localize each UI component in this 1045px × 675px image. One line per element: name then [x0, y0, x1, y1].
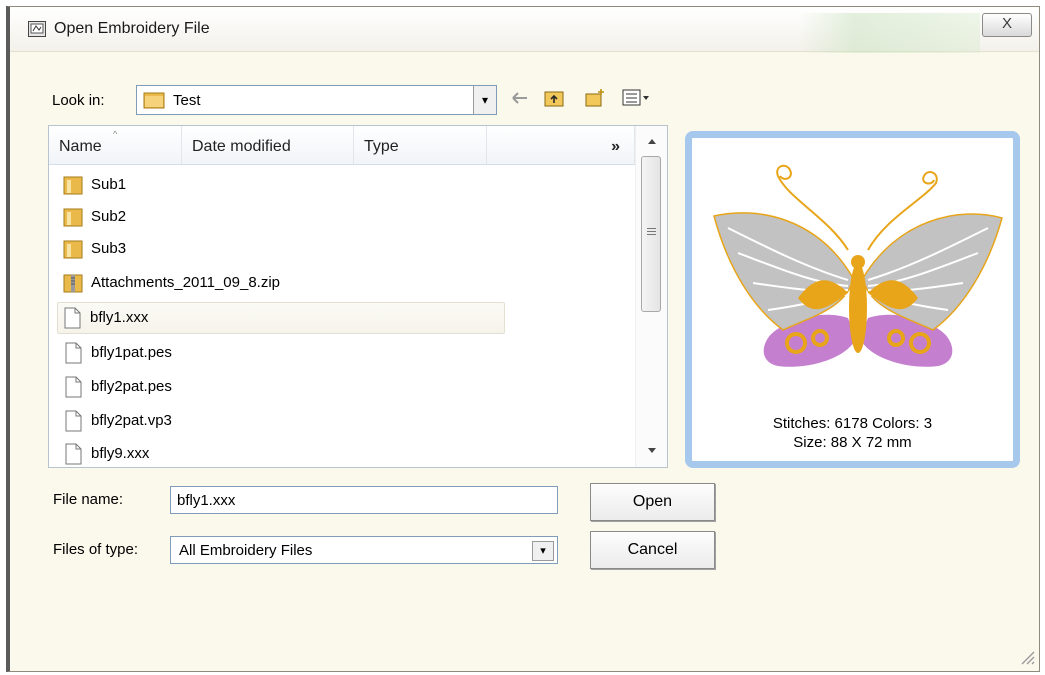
file-icon — [65, 342, 82, 364]
item-name: bfly1pat.pes — [91, 344, 172, 361]
folder-icon — [143, 92, 165, 109]
list-item[interactable]: Attachments_2011_09_8.zip — [59, 268, 459, 298]
close-icon: X — [1001, 15, 1012, 32]
item-name: bfly1.xxx — [90, 309, 149, 326]
zip-folder-icon — [63, 274, 83, 293]
design-preview: Stitches: 6178 Colors: 3 Size: 88 X 72 m… — [685, 131, 1020, 468]
title-bar[interactable]: Open Embroidery File X — [10, 7, 1039, 53]
chevron-down-icon[interactable]: ▾ — [473, 86, 496, 114]
background-window-fragment — [800, 13, 980, 53]
file-icon — [65, 376, 82, 398]
file-type-value: All Embroidery Files — [179, 542, 313, 559]
vertical-scrollbar[interactable] — [635, 126, 667, 467]
dialog-title: Open Embroidery File — [54, 20, 210, 37]
scroll-down-icon[interactable] — [646, 446, 658, 456]
column-header-type[interactable]: Type — [354, 126, 487, 164]
column-header-date[interactable]: Date modified — [182, 126, 354, 164]
file-icon — [64, 307, 81, 329]
more-columns-button[interactable]: » — [487, 126, 635, 164]
close-button[interactable]: X — [982, 13, 1032, 37]
app-icon — [28, 21, 46, 37]
scroll-thumb[interactable] — [641, 156, 661, 312]
list-item[interactable]: bfly2pat.vp3 — [59, 406, 459, 436]
view-menu-icon[interactable] — [622, 88, 650, 108]
look-in-combo[interactable]: Test ▾ — [136, 85, 497, 115]
file-list[interactable]: Name ^ Date modified Type » Sub1 Sub2 Su… — [48, 125, 668, 468]
file-type-select[interactable]: All Embroidery Files ▾ — [170, 536, 558, 564]
open-button[interactable]: Open — [590, 483, 715, 521]
scroll-up-icon[interactable] — [646, 136, 658, 146]
resize-grip-icon[interactable] — [1018, 648, 1036, 666]
item-name: bfly2pat.pes — [91, 378, 172, 395]
file-name-label: File name: — [53, 491, 124, 508]
grip-icon — [647, 228, 656, 235]
list-item[interactable]: bfly1pat.pes — [59, 338, 459, 368]
up-folder-icon[interactable] — [544, 88, 564, 108]
look-in-label: Look in: — [52, 92, 105, 109]
back-arrow-icon[interactable] — [510, 88, 530, 108]
sort-ascending-icon: ^ — [113, 129, 118, 139]
item-name: Attachments_2011_09_8.zip — [91, 274, 281, 291]
folder-icon — [63, 240, 83, 259]
item-name: bfly2pat.vp3 — [91, 412, 172, 429]
item-name: Sub1 — [91, 176, 127, 193]
new-folder-icon[interactable] — [585, 88, 605, 108]
file-icon — [65, 443, 82, 465]
stitch-info: Stitches: 6178 Colors: 3 — [772, 415, 933, 432]
chevron-down-icon[interactable]: ▾ — [532, 541, 554, 561]
list-header: Name ^ Date modified Type » — [49, 126, 635, 165]
item-name: Sub3 — [91, 240, 127, 257]
file-icon — [65, 410, 82, 432]
look-in-value: Test — [173, 92, 201, 109]
size-info: Size: 88 X 72 mm — [793, 434, 912, 451]
list-item[interactable]: bfly2pat.pes — [59, 372, 459, 402]
cancel-button[interactable]: Cancel — [590, 531, 715, 569]
list-item-selected[interactable]: bfly1.xxx — [57, 302, 505, 334]
file-name-input[interactable] — [170, 486, 558, 514]
folder-icon — [63, 208, 83, 227]
list-item[interactable]: Sub1 — [59, 170, 459, 200]
folder-icon — [63, 176, 83, 195]
list-item[interactable]: Sub2 — [59, 202, 459, 232]
item-name: Sub2 — [91, 208, 127, 225]
list-item[interactable]: Sub3 — [59, 234, 459, 264]
list-item[interactable]: bfly9.xxx — [59, 439, 459, 467]
file-type-label: Files of type: — [53, 541, 139, 558]
item-name: bfly9.xxx — [91, 445, 150, 462]
butterfly-preview-image — [713, 164, 1003, 367]
